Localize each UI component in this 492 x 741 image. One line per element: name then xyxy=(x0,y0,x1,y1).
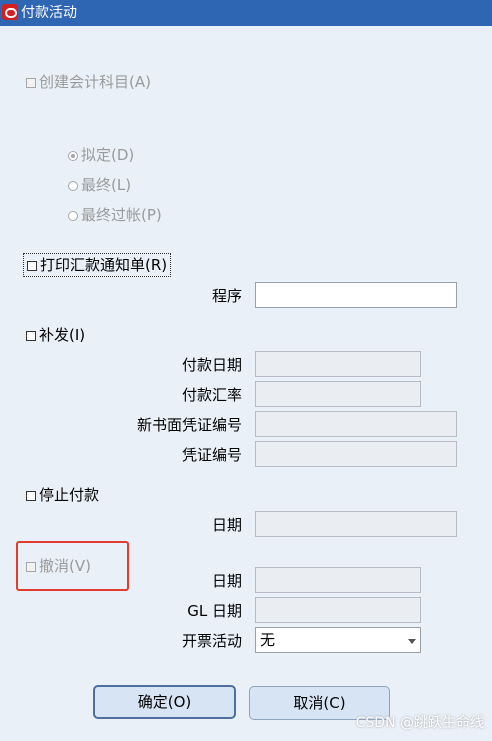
checkbox-box xyxy=(27,261,37,271)
reissue-checkbox[interactable]: 补发(I) xyxy=(26,325,85,345)
radio-dot xyxy=(68,181,78,191)
oracle-icon xyxy=(2,4,18,20)
new-doc-seq-field[interactable] xyxy=(255,411,457,437)
stop-payment-checkbox[interactable]: 停止付款 xyxy=(26,485,99,505)
checkbox-box xyxy=(26,331,36,341)
print-remittance-checkbox[interactable]: 打印汇款通知单(R) xyxy=(23,253,172,277)
void-date-field[interactable] xyxy=(255,567,421,593)
invoice-action-select[interactable]: 无 xyxy=(255,627,421,653)
payment-rate-label: 付款汇率 xyxy=(181,386,242,404)
program-label: 程序 xyxy=(211,287,242,305)
window-title: 付款活动 xyxy=(21,5,77,21)
stop-date-label: 日期 xyxy=(211,516,242,534)
radio-final[interactable]: 最终(L) xyxy=(68,175,131,195)
new-doc-seq-label: 新书面凭证编号 xyxy=(136,416,242,434)
invoice-action-value: 无 xyxy=(260,631,276,649)
watermark: CSDN @跳跃生命线 xyxy=(355,715,484,731)
chevron-down-icon xyxy=(408,639,416,644)
gl-date-label: GL 日期 xyxy=(187,602,242,620)
doc-seq-field[interactable] xyxy=(255,441,457,467)
stop-date-field[interactable] xyxy=(255,511,457,537)
title-bar: 付款活动 xyxy=(0,0,492,26)
create-accounting-checkbox[interactable]: 创建会计科目(A) xyxy=(26,72,151,92)
radio-final-post[interactable]: 最终过帐(P) xyxy=(68,205,162,225)
radio-dot-selected xyxy=(68,151,78,161)
payment-date-label: 付款日期 xyxy=(181,356,242,374)
checkbox-box xyxy=(26,562,36,572)
ok-button[interactable]: 确定(O) xyxy=(93,685,236,719)
invoice-action-label: 开票活动 xyxy=(181,632,242,650)
radio-dot xyxy=(68,211,78,221)
payment-rate-field[interactable] xyxy=(255,381,421,407)
gl-date-field[interactable] xyxy=(255,597,421,623)
void-checkbox[interactable]: 撤消(V) xyxy=(26,556,91,576)
payment-date-field[interactable] xyxy=(255,351,421,377)
radio-draft[interactable]: 拟定(D) xyxy=(68,145,134,165)
checkbox-box xyxy=(26,78,36,88)
program-input[interactable] xyxy=(255,282,457,308)
doc-seq-label: 凭证编号 xyxy=(181,446,242,464)
void-date-label: 日期 xyxy=(211,572,242,590)
checkbox-box xyxy=(26,491,36,501)
